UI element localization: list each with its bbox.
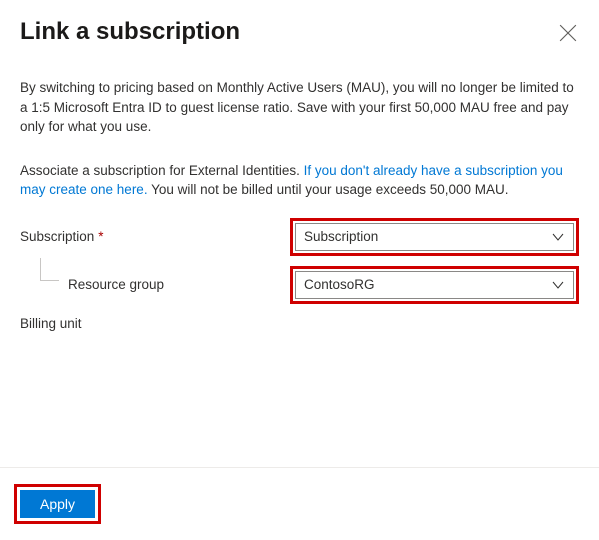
associate-suffix: You will not be billed until your usage … bbox=[148, 182, 509, 197]
footer: Apply bbox=[14, 484, 101, 524]
billing-unit-row: Billing unit bbox=[20, 316, 579, 331]
apply-button[interactable]: Apply bbox=[20, 490, 95, 518]
subscription-select-value: Subscription bbox=[304, 229, 378, 244]
panel-title: Link a subscription bbox=[20, 18, 240, 46]
resource-group-select[interactable]: ContosoRG bbox=[295, 271, 574, 299]
subscription-select[interactable]: Subscription bbox=[295, 223, 574, 251]
subscription-row: Subscription * Subscription bbox=[20, 218, 579, 256]
associate-text: Associate a subscription for External Id… bbox=[20, 161, 579, 200]
chevron-down-icon bbox=[551, 278, 565, 292]
chevron-down-icon bbox=[551, 230, 565, 244]
resource-group-label-text: Resource group bbox=[68, 277, 164, 292]
intro-text: By switching to pricing based on Monthly… bbox=[20, 78, 579, 137]
subscription-label-text: Subscription bbox=[20, 229, 94, 244]
subscription-label: Subscription * bbox=[20, 229, 290, 244]
close-icon[interactable] bbox=[559, 24, 577, 42]
billing-unit-label: Billing unit bbox=[20, 316, 82, 331]
subscription-select-highlight: Subscription bbox=[290, 218, 579, 256]
footer-separator bbox=[0, 467, 599, 468]
resource-group-select-value: ContosoRG bbox=[304, 277, 375, 292]
link-subscription-panel: Link a subscription By switching to pric… bbox=[0, 0, 599, 540]
apply-button-highlight: Apply bbox=[14, 484, 101, 524]
resource-group-row: Resource group ContosoRG bbox=[20, 266, 579, 304]
required-asterisk: * bbox=[98, 229, 103, 244]
resource-group-label: Resource group bbox=[20, 277, 290, 292]
panel-header: Link a subscription bbox=[20, 18, 579, 46]
associate-prefix: Associate a subscription for External Id… bbox=[20, 163, 304, 178]
resource-group-select-highlight: ContosoRG bbox=[290, 266, 579, 304]
